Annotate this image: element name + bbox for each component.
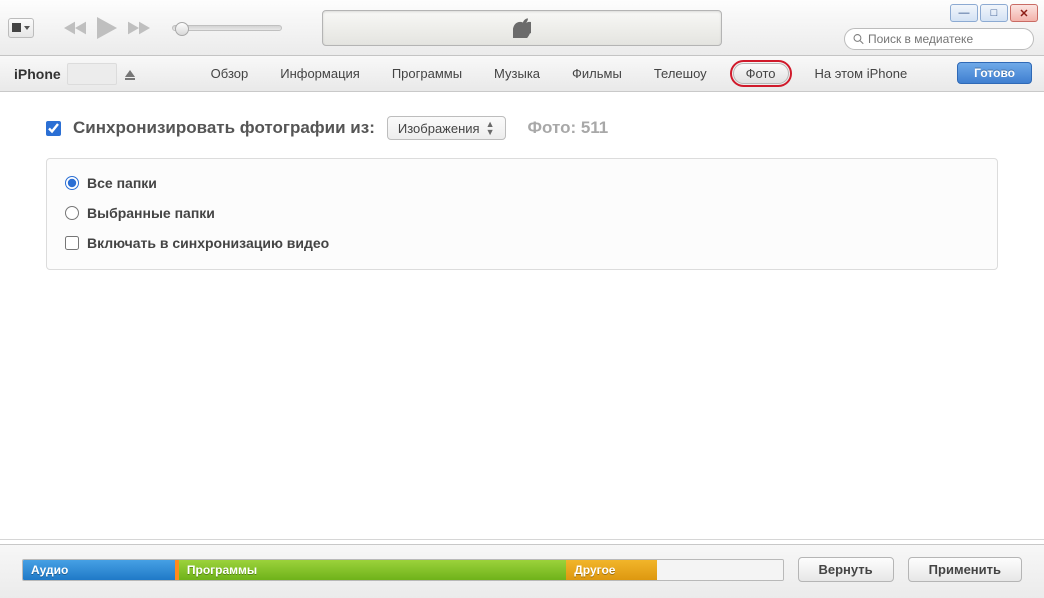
search-icon <box>853 33 864 45</box>
sync-photos-checkbox[interactable] <box>46 121 61 136</box>
eject-icon[interactable] <box>125 70 135 77</box>
top-toolbar: — □ ✕ <box>0 0 1044 56</box>
tab-tvshows[interactable]: Телешоу <box>648 62 713 85</box>
all-folders-radio[interactable] <box>65 176 79 190</box>
footer-bar: Аудио Программы Другое Вернуть Применить <box>0 544 1044 598</box>
selected-folders-radio[interactable] <box>65 206 79 220</box>
device-name: iPhone <box>14 63 135 85</box>
sync-header: Синхронизировать фотографии из: Изображе… <box>46 116 998 140</box>
photo-source-value: Изображения <box>398 121 480 136</box>
window-maximize-button[interactable]: □ <box>980 4 1008 22</box>
library-menu-button[interactable] <box>8 18 34 38</box>
revert-button[interactable]: Вернуть <box>798 557 894 582</box>
volume-slider[interactable] <box>172 25 282 31</box>
selected-folders-label[interactable]: Выбранные папки <box>87 205 215 221</box>
include-videos-checkbox[interactable] <box>65 236 79 250</box>
device-name-field-blank <box>67 63 117 85</box>
capacity-segment-audio: Аудио <box>23 560 175 580</box>
previous-button[interactable] <box>64 21 86 35</box>
photo-count-label: Фото: 511 <box>528 118 609 138</box>
photos-pane: Синхронизировать фотографии из: Изображе… <box>0 92 1044 270</box>
device-tabs: Обзор Информация Программы Музыка Фильмы… <box>205 62 914 85</box>
search-field[interactable] <box>844 28 1034 50</box>
capacity-segment-other: Другое <box>566 560 657 580</box>
footer-divider <box>0 539 1044 540</box>
capacity-segment-apps: Программы <box>179 560 566 580</box>
tab-photos[interactable]: Фото <box>733 63 789 84</box>
all-folders-label[interactable]: Все папки <box>87 175 157 191</box>
next-button[interactable] <box>128 21 150 35</box>
tab-music[interactable]: Музыка <box>488 62 546 85</box>
tab-overview[interactable]: Обзор <box>205 62 255 85</box>
volume-thumb[interactable] <box>175 22 189 36</box>
play-button[interactable] <box>94 17 120 39</box>
playback-controls <box>64 17 282 39</box>
tab-apps[interactable]: Программы <box>386 62 468 85</box>
done-button[interactable]: Готово <box>957 62 1032 84</box>
search-input[interactable] <box>868 32 1025 46</box>
lcd-display <box>322 10 722 46</box>
device-tabbar: iPhone Обзор Информация Программы Музыка… <box>0 56 1044 92</box>
tab-info[interactable]: Информация <box>274 62 366 85</box>
include-videos-label[interactable]: Включать в синхронизацию видео <box>87 235 329 251</box>
folder-options-box: Все папки Выбранные папки Включать в син… <box>46 158 998 270</box>
tab-on-device[interactable]: На этом iPhone <box>809 62 914 85</box>
tab-movies[interactable]: Фильмы <box>566 62 628 85</box>
apple-logo-icon <box>513 18 531 38</box>
sync-photos-label: Синхронизировать фотографии из: <box>73 118 375 138</box>
window-controls: — □ ✕ <box>950 4 1038 22</box>
capacity-bar: Аудио Программы Другое <box>22 559 784 581</box>
capacity-segment-free <box>657 560 782 580</box>
window-close-button[interactable]: ✕ <box>1010 4 1038 22</box>
photo-source-select[interactable]: Изображения ▲▼ <box>387 116 506 140</box>
window-minimize-button[interactable]: — <box>950 4 978 22</box>
apply-button[interactable]: Применить <box>908 557 1022 582</box>
up-down-icon: ▲▼ <box>486 120 495 136</box>
